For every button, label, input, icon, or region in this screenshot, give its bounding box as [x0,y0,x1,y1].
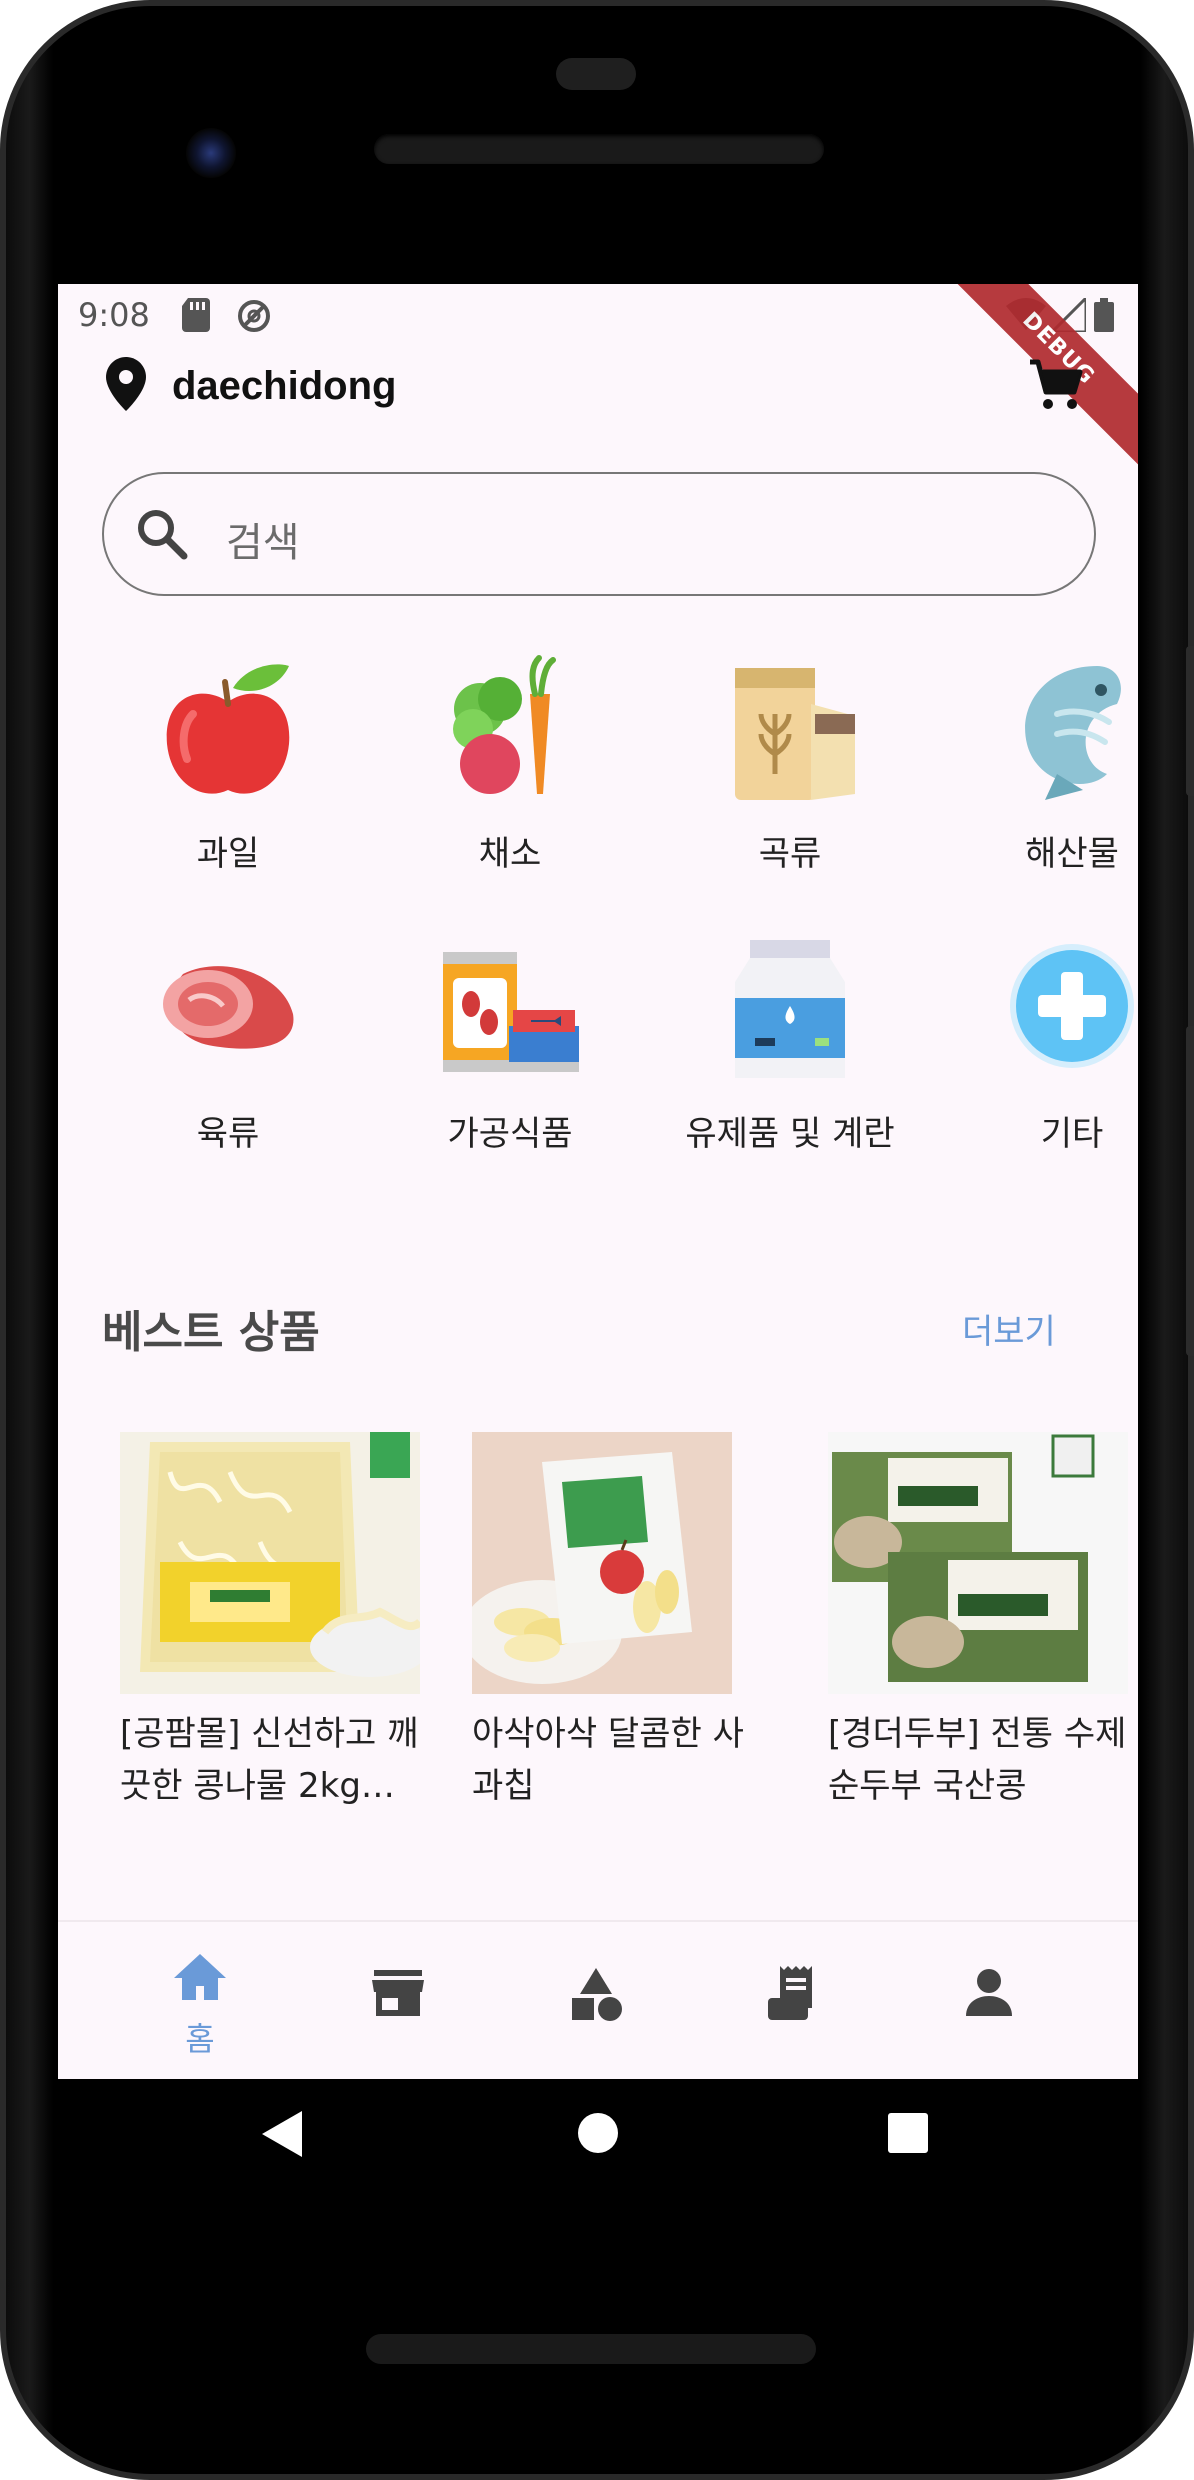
cart-icon [1028,359,1084,418]
phone-frame: 9:08 DEBUG daechidong 검색 과일 채소 곡류 해산물 육류… [0,0,1194,2480]
product-image-bean-sprouts [120,1432,420,1694]
category-label: 유제품 및 계란 [685,1114,895,1154]
receipt-icon [766,1964,822,2026]
best-products-title: 베스트 상품 [102,1307,320,1358]
category-label: 해산물 [1025,834,1119,874]
product-card[interactable]: [공팜몰] 신선하고 깨끗한 콩나물 2kg… [120,1432,420,1812]
circle-home-icon [578,2113,618,2153]
product-title: [경더두부] 전통 수제 순두부 국산콩 [828,1714,1127,1806]
category-fruit[interactable]: 과일 [118,654,338,875]
bottom-navigation: 홈 [58,1920,1138,2079]
recents-button[interactable] [888,2113,928,2157]
category-vegetable[interactable]: 채소 [400,654,620,875]
location-name: daechidong [172,363,397,408]
sd-card-icon [182,298,212,336]
grain-bag-icon [735,668,855,800]
battery-icon [1094,298,1114,336]
nav-home[interactable]: 홈 [92,1922,308,2079]
volume-button [1186,1026,1194,1356]
category-label: 육류 [196,1114,260,1154]
back-button[interactable] [262,2111,302,2161]
search-input[interactable]: 검색 [226,510,300,568]
search-icon [136,508,188,564]
top-speaker [374,134,824,164]
apple-icon [166,664,290,794]
nav-store[interactable] [290,1922,506,2079]
android-navigation [6,2079,1194,2199]
product-title: [공팜몰] 신선하고 깨끗한 콩나물 2kg… [120,1714,419,1806]
nav-profile[interactable] [884,1922,1100,2079]
back-icon [262,2111,302,2157]
person-icon [964,1968,1014,2022]
category-processed[interactable]: 가공식품 [400,934,620,1155]
cart-button[interactable] [1028,358,1084,418]
location-pin-icon [106,357,146,415]
meat-icon [163,966,294,1049]
category-label: 가공식품 [447,1114,573,1154]
home-nav-button[interactable] [578,2113,618,2157]
data-saver-icon [236,298,272,338]
vegetable-icon [453,655,556,794]
category-label: 채소 [478,834,542,874]
product-image-tofu [828,1432,1128,1694]
product-carousel[interactable]: [공팜몰] 신선하고 깨끗한 콩나물 2kg… 아삭아삭 달콤한 사과칩 [경더… [120,1432,1138,1832]
category-meat[interactable]: 육류 [118,934,338,1155]
categories-icon [568,1966,624,2026]
see-more-link[interactable]: 더보기 [962,1304,1056,1353]
category-grain[interactable]: 곡류 [680,654,900,875]
category-other[interactable]: 기타 [962,934,1138,1155]
status-time: 9:08 [78,296,150,334]
category-label: 기타 [1040,1114,1104,1154]
milk-carton-icon [735,940,845,1078]
power-button [1186,646,1194,796]
product-card[interactable]: 아삭아삭 달콤한 사과칩 [472,1432,772,1812]
front-camera [186,128,236,178]
category-label: 과일 [196,834,260,874]
category-dairy[interactable]: 유제품 및 계란 [680,934,900,1155]
product-card[interactable]: [경더두부] 전통 수제 순두부 국산콩 [828,1432,1128,1812]
search-bar[interactable]: 검색 [102,472,1096,596]
category-label: 곡류 [758,834,822,874]
earpiece [556,58,636,90]
canned-food-icon [443,952,579,1072]
plus-icon [1010,944,1134,1068]
bottom-speaker [366,2334,816,2364]
nav-categories[interactable] [488,1922,704,2079]
product-title: 아삭아삭 달콤한 사과칩 [472,1714,744,1806]
recents-icon [888,2113,928,2153]
category-seafood[interactable]: 해산물 [962,654,1138,875]
nav-orders[interactable] [686,1922,902,2079]
product-image-apple-chips [472,1432,772,1694]
nav-home-label: 홈 [185,2020,215,2058]
location-selector[interactable]: daechidong [106,356,396,416]
fish-icon [1025,666,1121,800]
screen: 9:08 DEBUG daechidong 검색 과일 채소 곡류 해산물 육류… [58,284,1138,2079]
store-icon [370,1968,426,2022]
home-icon [172,1952,228,2006]
